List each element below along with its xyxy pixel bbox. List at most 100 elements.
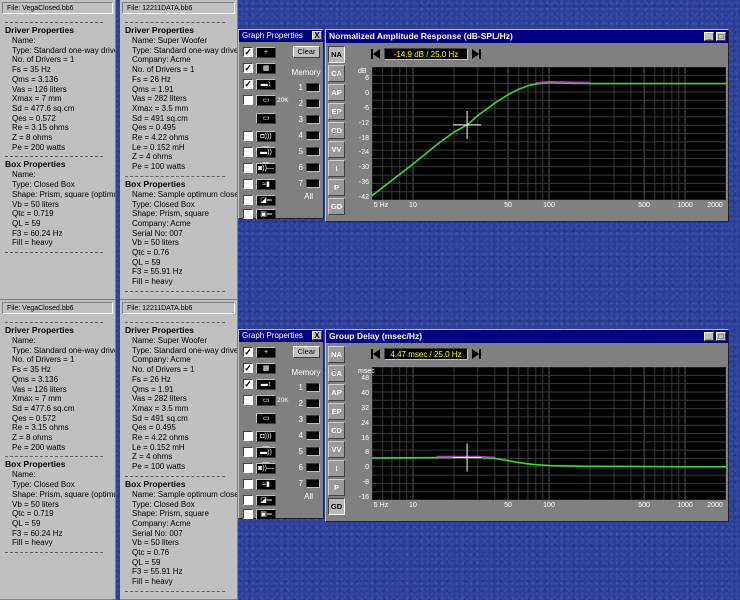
clear-button[interactable]: Clear [293,46,320,58]
memory-slot-2[interactable]: 2 [293,98,320,108]
grid-toggle[interactable]: ✓ ▦ [243,362,276,374]
speaker-3-checkbox[interactable] [243,163,253,173]
tab-cd[interactable]: CD [328,122,345,139]
memory-slot-swatch[interactable] [306,82,320,92]
tab-gd[interactable]: GD [328,198,345,215]
speaker-3-checkbox[interactable] [243,463,253,473]
speaker-2-toggle[interactable]: ▬))— [243,146,276,166]
tab-ep[interactable]: EP [328,403,345,420]
memory-slot-4[interactable]: 4 [293,430,320,440]
memory-slot-swatch[interactable] [306,130,320,140]
plot-area[interactable] [372,67,726,200]
cabinet-checkbox[interactable] [243,209,253,219]
step-left-icon[interactable] [373,349,380,359]
step-right-icon[interactable] [472,49,479,59]
tab-ep[interactable]: EP [328,103,345,120]
memory-slot-7[interactable]: 7 [293,178,320,188]
memory-slot-swatch[interactable] [306,398,320,408]
hide-toggle[interactable]: ▭ [243,112,276,124]
cursor-checkbox[interactable]: ✓ [243,347,253,357]
memory-slot-3[interactable]: 3 [293,114,320,124]
tab-i[interactable]: I [328,160,345,177]
close-button[interactable]: X [312,331,322,340]
port-checkbox[interactable] [243,179,253,189]
memory-all-button[interactable]: All [304,192,313,201]
memory-slot-swatch[interactable] [306,462,320,472]
memory-slot-1[interactable]: 1 [293,382,320,392]
memory-slot-swatch[interactable] [306,414,320,424]
speaker-2-checkbox[interactable] [243,447,253,457]
scale-toggle[interactable]: ✓ ▬↕ [243,78,276,90]
memory-slot-2[interactable]: 2 [293,398,320,408]
graph-properties-panel[interactable]: Graph PropertiesX✓+✓▦✓▬↕▭20K▭◘)))—▬))—◙)… [238,329,324,520]
tab-na[interactable]: NA [328,346,345,363]
tab-na[interactable]: NA [328,46,345,63]
maximize-button[interactable]: □ [716,32,726,41]
zoom-toggle[interactable]: ▭ 20K [243,394,289,406]
amplitude-response-window[interactable]: Normalized Amplitude Response (dB-SPL/Hz… [325,29,729,222]
cursor-toggle[interactable]: ✓ + [243,46,276,58]
memory-slot-1[interactable]: 1 [293,82,320,92]
memory-slot-swatch[interactable] [306,146,320,156]
memory-slot-swatch[interactable] [306,98,320,108]
scale-checkbox[interactable]: ✓ [243,379,253,389]
minimize-button[interactable]: _ [704,32,714,41]
graph-properties-panel[interactable]: Graph PropertiesX✓+✓▦✓▬↕▭20K▭◘)))—▬))—◙)… [238,29,324,220]
close-button[interactable]: X [312,31,322,40]
group-delay-window[interactable]: Group Delay (msec/Hz) _ □ NA CA AP EP CD VV I P GD 4… [325,329,729,522]
cabinet-checkbox[interactable] [243,509,253,519]
zoom-checkbox[interactable] [243,95,253,105]
box-toggle[interactable]: ◪═ [243,194,276,206]
cabinet-toggle[interactable]: ▣═ [243,208,276,220]
tab-i[interactable]: I [328,460,345,477]
tab-p[interactable]: P [328,479,345,496]
speaker-3-toggle[interactable]: ◙))— [243,462,276,474]
cabinet-toggle[interactable]: ▣═ [243,508,276,520]
memory-all-button[interactable]: All [304,492,313,501]
memory-slot-swatch[interactable] [306,446,320,456]
memory-slot-7[interactable]: 7 [293,478,320,488]
tab-ca[interactable]: CA [328,65,345,82]
tab-vv[interactable]: VV [328,441,345,458]
hide-toggle[interactable]: ▭ [243,412,276,424]
last-step-icon[interactable] [479,349,481,359]
memory-slot-6[interactable]: 6 [293,162,320,172]
step-left-icon[interactable] [373,49,380,59]
memory-slot-4[interactable]: 4 [293,130,320,140]
speaker-1-checkbox[interactable] [243,131,253,141]
memory-slot-5[interactable]: 5 [293,446,320,456]
maximize-button[interactable]: □ [716,332,726,341]
plot-area[interactable] [372,367,726,500]
scale-checkbox[interactable]: ✓ [243,79,253,89]
memory-slot-swatch[interactable] [306,430,320,440]
speaker-1-checkbox[interactable] [243,431,253,441]
cursor-toggle[interactable]: ✓ + [243,346,276,358]
speaker-1-toggle[interactable]: ◘)))— [243,130,276,150]
zoom-toggle[interactable]: ▭ 20K [243,94,289,106]
step-right-icon[interactable] [472,349,479,359]
memory-slot-5[interactable]: 5 [293,146,320,156]
speaker-2-toggle[interactable]: ▬))— [243,446,276,466]
memory-slot-swatch[interactable] [306,478,320,488]
tab-vv[interactable]: VV [328,141,345,158]
cursor-checkbox[interactable]: ✓ [243,47,253,57]
box-checkbox[interactable] [243,495,253,505]
last-step-icon[interactable] [479,49,481,59]
memory-slot-6[interactable]: 6 [293,462,320,472]
tab-cd[interactable]: CD [328,422,345,439]
grid-toggle[interactable]: ✓ ▦ [243,62,276,74]
port-toggle[interactable]: ≈▮ [243,478,276,490]
memory-slot-3[interactable]: 3 [293,414,320,424]
scale-toggle[interactable]: ✓ ▬↕ [243,378,276,390]
tab-ca[interactable]: CA [328,365,345,382]
speaker-3-toggle[interactable]: ◙))— [243,162,276,174]
tab-p[interactable]: P [328,179,345,196]
memory-slot-swatch[interactable] [306,178,320,188]
grid-checkbox[interactable]: ✓ [243,63,253,73]
tab-ap[interactable]: AP [328,384,345,401]
zoom-checkbox[interactable] [243,395,253,405]
box-checkbox[interactable] [243,195,253,205]
minimize-button[interactable]: _ [704,332,714,341]
box-toggle[interactable]: ◪═ [243,494,276,506]
speaker-1-toggle[interactable]: ◘)))— [243,430,276,450]
